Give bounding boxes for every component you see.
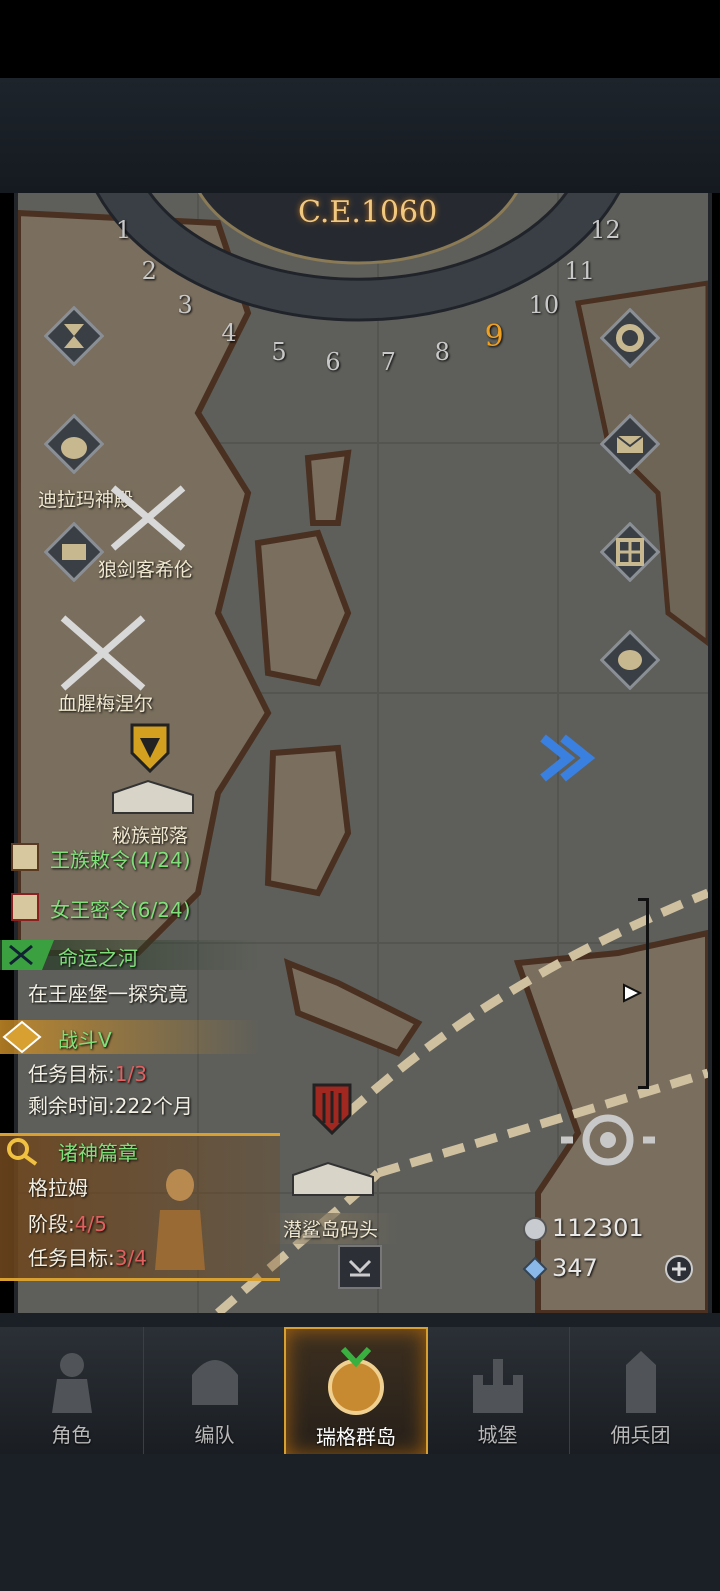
quest-goal: 任务目标:1/3	[28, 1058, 147, 1087]
knight-icon	[51, 1353, 92, 1413]
month-4: 4	[221, 318, 237, 347]
quest-title: 王族敕令	[50, 848, 130, 872]
month-8: 8	[434, 337, 450, 366]
tab-character[interactable]: 角色	[0, 1327, 144, 1454]
crystal-icon	[522, 1256, 548, 1282]
bottom-filler	[0, 1454, 720, 1591]
locate-crosshair-icon[interactable]	[553, 1103, 663, 1178]
month-7: 7	[380, 347, 396, 376]
stage-value: 4/5	[74, 1212, 107, 1236]
quest-royal-decree[interactable]: 王族敕令(4/24)	[50, 844, 191, 873]
red-shield-icon[interactable]	[312, 1083, 352, 1135]
crossed-swords-icon[interactable]	[58, 613, 148, 693]
gold-shield-icon[interactable]	[130, 723, 170, 773]
helmet-icon	[191, 1360, 238, 1405]
dock-house-icon[interactable]	[288, 1155, 378, 1200]
quest-goal: 任务目标:3/4	[28, 1242, 147, 1271]
goal-value: 1/3	[114, 1062, 147, 1086]
bottom-frame	[0, 1313, 720, 1327]
era-year: C.E.1060	[298, 195, 438, 230]
tab-islands[interactable]: 瑞格群岛	[284, 1327, 428, 1458]
month-9: 9	[484, 318, 504, 354]
tab-castle[interactable]: 城堡	[426, 1327, 570, 1454]
tab-formation[interactable]: 编队	[143, 1327, 287, 1454]
quest-title: 诸神篇章	[58, 1141, 138, 1165]
month-1: 1	[115, 216, 132, 245]
green-swords-icon	[2, 940, 54, 970]
tab-label: 瑞格群岛	[316, 1425, 396, 1449]
month-5: 5	[271, 337, 287, 366]
coin-icon[interactable]	[600, 630, 660, 690]
quest-battle[interactable]: 战斗V	[58, 1024, 112, 1053]
quest-progress: (6/24)	[130, 898, 191, 922]
hero-portrait	[155, 1169, 205, 1270]
battle-emblem-icon	[2, 1020, 42, 1054]
month-6: 6	[325, 347, 341, 376]
month-10: 10	[528, 291, 560, 320]
quest-time: 剩余时间:222个月	[28, 1090, 193, 1119]
goal-label: 任务目标:	[28, 1062, 115, 1086]
top-frame	[0, 78, 720, 193]
magnifier-icon	[7, 1138, 38, 1166]
fast-forward-arrow-icon[interactable]	[538, 733, 598, 783]
month-2: 2	[141, 256, 157, 285]
grid-map-icon[interactable]	[600, 522, 660, 582]
tab-label: 编队	[194, 1423, 235, 1447]
bottom-nav: 角色 编队 瑞格群岛 城堡 佣兵团	[0, 1327, 720, 1458]
quest-desc: 在王座堡一探究竟	[28, 982, 188, 1006]
time-value: 222个月	[114, 1094, 193, 1118]
hero-name: 格拉姆	[28, 1176, 88, 1200]
scroll-icon[interactable]	[44, 522, 104, 582]
quest-queen-secret[interactable]: 女王密令(6/24)	[50, 894, 191, 923]
tab-label: 角色	[51, 1423, 92, 1447]
settings-gear-icon[interactable]	[600, 308, 660, 368]
mail-icon[interactable]	[600, 414, 660, 474]
stage-label: 阶段:	[28, 1212, 75, 1236]
quest-progress: (4/24)	[130, 848, 191, 872]
castle-icon	[472, 1359, 523, 1413]
add-resource-icon[interactable]	[664, 1254, 694, 1284]
time-label: 剩余时间:	[28, 1094, 115, 1118]
hourglass-icon[interactable]	[44, 306, 104, 366]
village-icon[interactable]	[108, 773, 198, 818]
tab-mercenaries[interactable]: 佣兵团	[569, 1327, 712, 1454]
place-label-shark-dock[interactable]: 潜鲨岛码头	[263, 1213, 399, 1244]
scroll-marker-icon[interactable]	[622, 983, 642, 1003]
collapse-quests-button[interactable]	[338, 1245, 382, 1289]
goal-label: 任务目标:	[28, 1246, 115, 1270]
quest-title: 战斗V	[58, 1028, 112, 1052]
quest-gods[interactable]: 诸神篇章	[58, 1137, 138, 1166]
crystal-amount: 347	[552, 1254, 598, 1282]
goal-value: 3/4	[114, 1246, 147, 1270]
month-12: 12	[590, 216, 621, 245]
tab-label: 佣兵团	[610, 1423, 671, 1447]
mercenary-icon	[625, 1351, 656, 1413]
secret-scroll-icon	[11, 893, 39, 921]
month-11: 11	[564, 256, 595, 285]
silver-coin-icon	[523, 1217, 547, 1241]
chevron-down-icon	[348, 1259, 372, 1277]
month-3: 3	[177, 291, 193, 320]
quest-title: 命运之河	[58, 946, 138, 970]
status-bar	[0, 0, 720, 78]
islands-emblem-icon	[328, 1347, 384, 1415]
quest-stage: 阶段:4/5	[28, 1208, 107, 1237]
silver-amount: 112301	[552, 1214, 644, 1242]
tab-label: 城堡	[477, 1423, 518, 1447]
decree-scroll-icon	[11, 843, 39, 871]
crossed-swords-icon[interactable]	[108, 483, 188, 553]
quest-title: 女王密令	[50, 898, 130, 922]
treasure-bag-icon[interactable]	[44, 414, 104, 474]
quest-river[interactable]: 命运之河	[58, 942, 138, 971]
